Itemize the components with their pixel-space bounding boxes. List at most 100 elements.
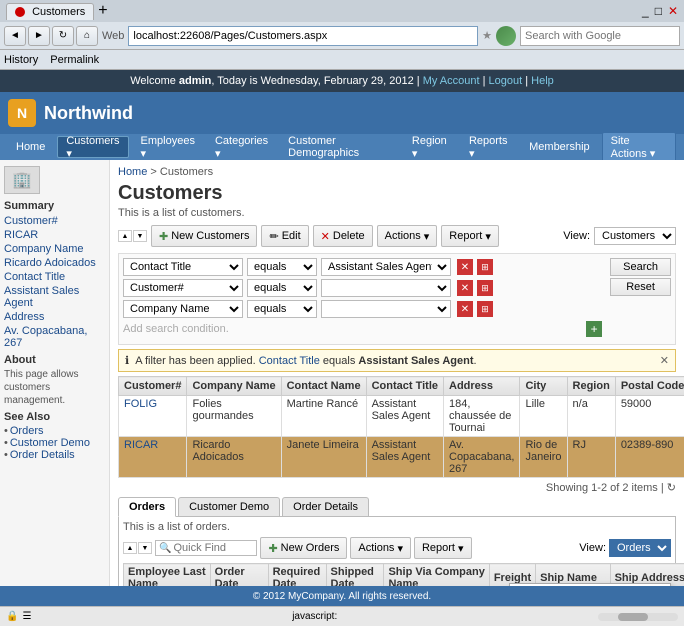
sidebar-order-details-link[interactable]: Order Details	[10, 449, 75, 461]
forward-button[interactable]: ►	[28, 26, 50, 46]
col-contact-title[interactable]: Contact Title	[366, 377, 443, 396]
delete-button[interactable]: ✕ Delete	[313, 225, 373, 247]
site-actions-button[interactable]: Site Actions ▾	[602, 132, 676, 163]
breadcrumb-home[interactable]: Home	[118, 166, 147, 178]
sidebar-contact-title-label[interactable]: Contact Title	[4, 270, 105, 284]
filter-op-1[interactable]: equals	[247, 258, 317, 276]
orders-col-shipped[interactable]: ShippedDate	[326, 564, 384, 587]
filter-expand-1[interactable]: ⊞	[477, 259, 493, 275]
favorite-icon[interactable]: ★	[482, 29, 492, 42]
table-row[interactable]: RICAR Ricardo Adoicados Janete Limeira A…	[119, 437, 684, 478]
maximize-btn[interactable]: □	[655, 4, 662, 18]
new-customers-button[interactable]: ✚ New Customers	[151, 225, 257, 247]
scroll-thumb[interactable]	[618, 613, 648, 621]
filter-expand-2[interactable]: ⊞	[477, 280, 493, 296]
nav-employees[interactable]: Employees ▾	[133, 136, 203, 158]
col-contact-name[interactable]: Contact Name	[281, 377, 366, 396]
sidebar-customer-id-value[interactable]: RICAR	[4, 228, 105, 242]
dropdown-smallest-on-top[interactable]: Smallest on Top	[510, 584, 670, 586]
filter-expand-3[interactable]: ⊞	[477, 301, 493, 317]
sidebar-customer-demo-link[interactable]: Customer Demo	[10, 437, 90, 449]
sidebar-orders-item[interactable]: • Orders	[4, 425, 105, 437]
view-select[interactable]: Customers	[594, 227, 676, 245]
customer-id-folig[interactable]: FOLIG	[124, 398, 157, 410]
customer-id-ricar[interactable]: RICAR	[124, 439, 158, 451]
filter-val-3[interactable]	[321, 300, 451, 318]
filter-close-btn[interactable]: ✕	[660, 354, 669, 367]
orders-col-order-date[interactable]: OrderDate	[210, 564, 268, 587]
back-button[interactable]: ◄	[4, 26, 26, 46]
sidebar-customer-demo-item[interactable]: • Customer Demo	[4, 437, 105, 449]
search-button[interactable]: Search	[610, 258, 671, 276]
nav-categories[interactable]: Categories ▾	[207, 136, 276, 158]
orders-view-select[interactable]: Orders	[609, 539, 671, 557]
nav-customer-demographics[interactable]: Customer Demographics	[280, 136, 400, 158]
orders-sort-desc[interactable]: ▼	[138, 542, 152, 554]
col-city[interactable]: City	[520, 377, 567, 396]
logout-link[interactable]: Logout	[489, 75, 523, 87]
quick-find-input[interactable]	[173, 542, 253, 554]
close-btn[interactable]: ✕	[668, 4, 678, 18]
help-link[interactable]: Help	[531, 75, 554, 87]
sidebar-customer-id-label[interactable]: Customer#	[4, 214, 105, 228]
sidebar-company-name-label[interactable]: Company Name	[4, 242, 105, 256]
tab-customer-demo[interactable]: Customer Demo	[178, 497, 280, 516]
filter-op-3[interactable]: equals	[247, 300, 317, 318]
filter-field-1[interactable]: Contact Title	[123, 258, 243, 276]
col-customer-id[interactable]: Customer#	[119, 377, 187, 396]
nav-region[interactable]: Region ▾	[404, 136, 457, 158]
actions-button[interactable]: Actions ▾	[377, 225, 438, 247]
browser-tab[interactable]: Customers	[6, 3, 94, 20]
filter-notice-link[interactable]: Contact Title	[259, 355, 320, 367]
filter-remove-3[interactable]: ✕	[457, 301, 473, 317]
home-button[interactable]: ⌂	[76, 26, 98, 46]
filter-field-2[interactable]: Customer#	[123, 279, 243, 297]
sidebar-address-label[interactable]: Address	[4, 310, 105, 324]
filter-op-2[interactable]: equals	[247, 279, 317, 297]
orders-col-ship-via[interactable]: Ship Via CompanyName	[384, 564, 489, 587]
sort-desc-btn[interactable]: ▼	[133, 230, 147, 242]
refresh-icon[interactable]: ↻	[667, 482, 676, 494]
nav-home[interactable]: Home	[8, 136, 53, 158]
sidebar-address-value[interactable]: Av. Copacabana, 267	[4, 324, 105, 350]
filter-remove-2[interactable]: ✕	[457, 280, 473, 296]
tab-order-details[interactable]: Order Details	[282, 497, 369, 516]
edit-button[interactable]: ✏ Edit	[261, 225, 308, 247]
reset-button[interactable]: Reset	[610, 278, 671, 296]
table-row[interactable]: FOLIG Folies gourmandes Martine Rancé As…	[119, 396, 684, 437]
col-company-name[interactable]: Company Name	[187, 377, 281, 396]
filter-field-3[interactable]: Company Name	[123, 300, 243, 318]
address-bar[interactable]	[128, 26, 478, 46]
filter-val-2[interactable]	[321, 279, 451, 297]
search-input[interactable]	[520, 26, 680, 46]
sidebar-contact-title-value[interactable]: Assistant Sales Agent	[4, 284, 105, 310]
history-menu[interactable]: History	[4, 54, 38, 66]
sidebar-order-details-item[interactable]: • Order Details	[4, 449, 105, 461]
col-region[interactable]: Region	[567, 377, 615, 396]
refresh-button[interactable]: ↻	[52, 26, 74, 46]
tab-orders[interactable]: Orders	[118, 497, 176, 517]
filter-add-btn[interactable]: +	[586, 321, 602, 337]
minimize-btn[interactable]: _	[642, 4, 649, 18]
filter-remove-1[interactable]: ✕	[457, 259, 473, 275]
nav-customers[interactable]: Customers ▾	[57, 136, 128, 158]
orders-sort-asc[interactable]: ▲	[123, 542, 137, 554]
report-button[interactable]: Report ▾	[441, 225, 499, 247]
col-address[interactable]: Address	[444, 377, 520, 396]
my-account-link[interactable]: My Account	[423, 75, 480, 87]
new-tab-btn[interactable]: +	[98, 2, 107, 20]
sidebar-company-name-value[interactable]: Ricardo Adoicados	[4, 256, 105, 270]
orders-report-button[interactable]: Report ▾	[414, 537, 472, 559]
sort-asc-btn[interactable]: ▲	[118, 230, 132, 242]
sidebar-orders-link[interactable]: Orders	[10, 425, 44, 437]
orders-actions-button[interactable]: Actions ▾	[350, 537, 411, 559]
status-icon-2: ☰	[22, 611, 31, 622]
col-postal[interactable]: Postal Code	[615, 377, 684, 396]
new-orders-button[interactable]: ✚ New Orders	[260, 537, 347, 559]
nav-membership[interactable]: Membership	[521, 136, 598, 158]
orders-col-required[interactable]: RequiredDate	[268, 564, 326, 587]
nav-reports[interactable]: Reports ▾	[461, 136, 517, 158]
filter-val-1[interactable]: Assistant Sales Agent	[321, 258, 451, 276]
orders-col-employee[interactable]: Employee LastName	[124, 564, 211, 587]
permalink-menu[interactable]: Permalink	[50, 54, 99, 66]
